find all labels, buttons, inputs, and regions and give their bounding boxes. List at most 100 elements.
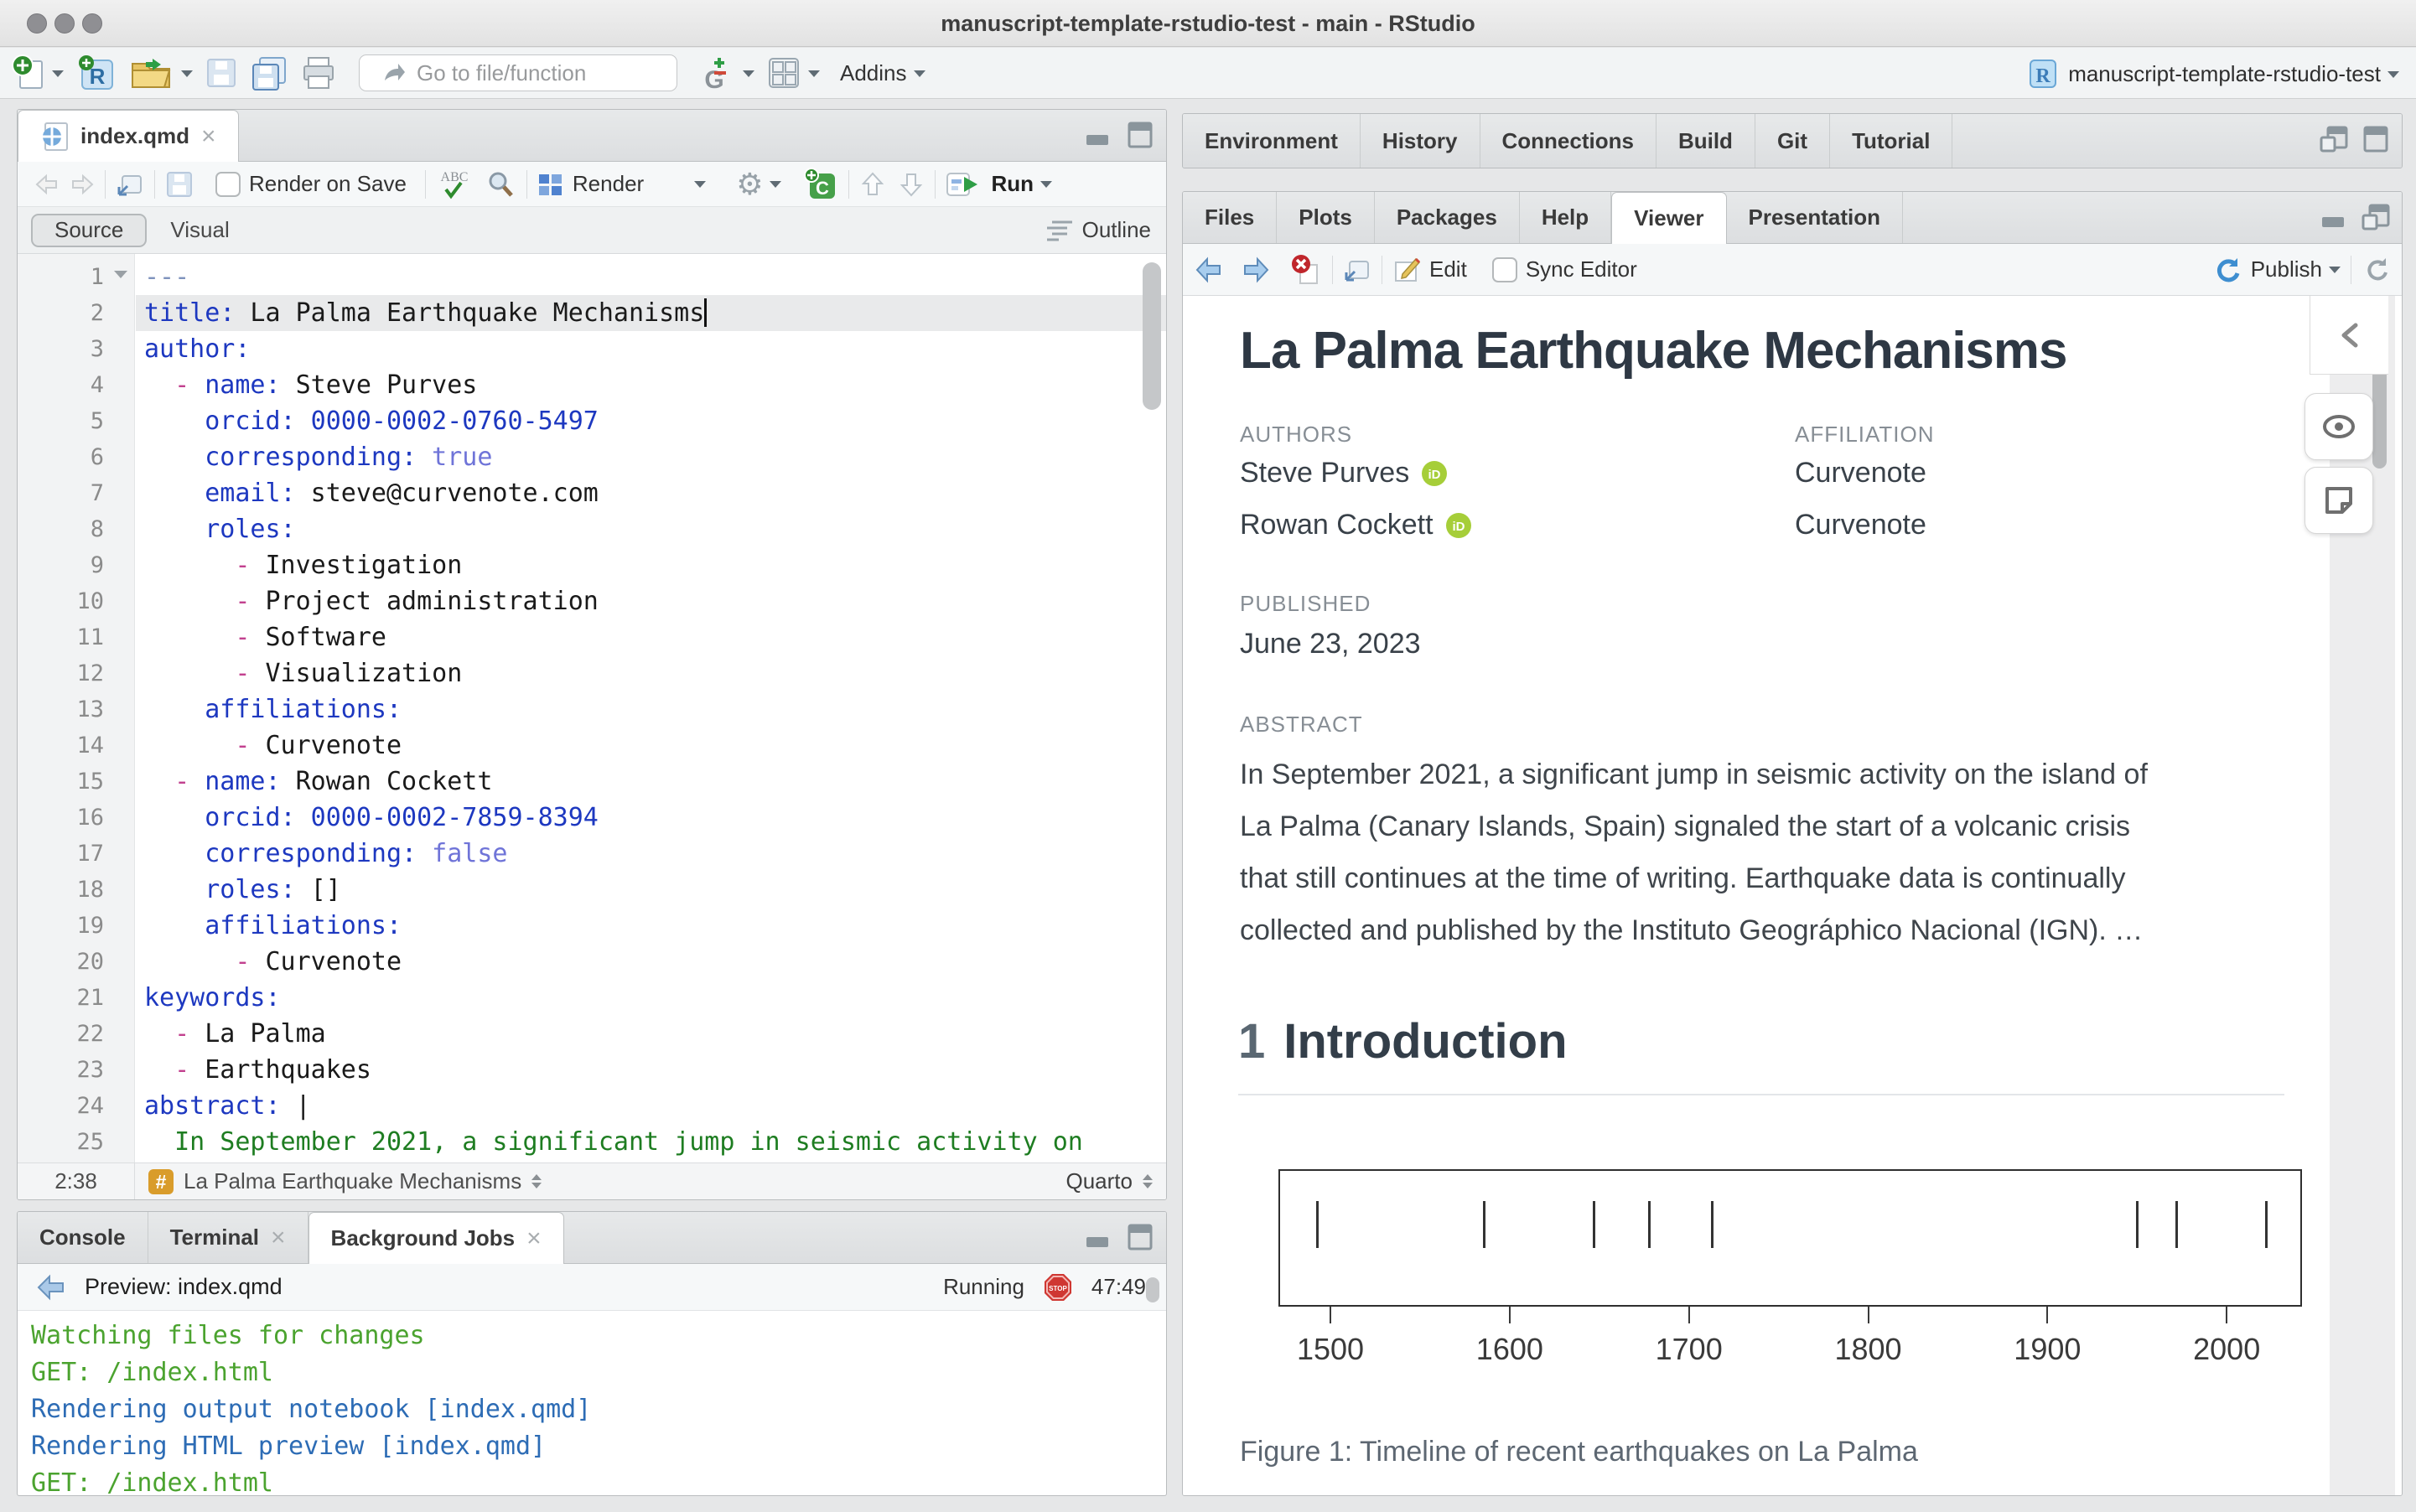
pane-layout-button[interactable] [766,55,820,91]
code-line-19[interactable]: affiliations: [136,908,1166,944]
close-tab-icon[interactable]: × [526,1225,542,1253]
goto-file-function-input[interactable]: Go to file/function [359,54,677,91]
tab-help[interactable]: Help [1520,192,1611,243]
outline-button[interactable]: Outline [1045,217,1151,243]
publish-caret[interactable] [2329,267,2341,279]
maximize-pane-icon[interactable] [2362,126,2390,153]
tab-history[interactable]: History [1361,114,1480,168]
minimize-pane-icon[interactable] [2320,204,2348,230]
code-line-18[interactable]: roles: [] [136,872,1166,908]
console-scrollbar[interactable] [1146,1277,1159,1302]
source-mode-button[interactable]: Source [31,214,147,247]
tab-viewer[interactable]: Viewer [1611,192,1726,244]
code-line-16[interactable]: orcid: 0000-0002-7859-8394 [136,800,1166,836]
render-button[interactable]: Render [573,171,644,197]
stop-job-icon[interactable]: STOP [1043,1272,1073,1302]
code-line-2[interactable]: title: La Palma Earthquake Mechanisms [136,295,1166,331]
tab-connections[interactable]: Connections [1480,114,1656,168]
minimize-pane-icon[interactable] [1084,1224,1112,1251]
clear-viewer-icon[interactable] [1288,253,1322,287]
gear-icon[interactable]: ⚙ [736,167,763,202]
tab-tutorial[interactable]: Tutorial [1830,114,1952,168]
insert-chunk-icon[interactable]: C [803,167,838,202]
code-line-13[interactable]: affiliations: [136,691,1166,728]
new-project-button[interactable]: R [75,54,117,92]
save-doc-icon[interactable] [165,170,194,199]
addins-button[interactable]: Addins [832,60,925,86]
tab-build[interactable]: Build [1656,114,1755,168]
statusbar-section[interactable]: La Palma Earthquake Mechanisms [184,1168,521,1194]
code-line-10[interactable]: - Project administration [136,583,1166,619]
code-line-15[interactable]: - name: Rowan Cockett [136,764,1166,800]
back-icon[interactable] [34,172,61,197]
maximize-pane-icon[interactable] [1126,1224,1154,1251]
code-line-8[interactable]: roles: [136,511,1166,547]
minimize-pane-icon[interactable] [1084,122,1112,148]
render-on-save-checkbox[interactable] [215,172,241,197]
fold-toggle-icon[interactable] [114,271,127,285]
code-line-24[interactable]: abstract: | [136,1088,1166,1124]
maximize-pane-icon[interactable] [1126,122,1154,148]
find-replace-icon[interactable] [485,168,516,200]
tab-git[interactable]: Git [1755,114,1830,168]
close-tab-icon[interactable]: × [271,1224,286,1252]
code-line-14[interactable]: - Curvenote [136,728,1166,764]
code-line-5[interactable]: orcid: 0000-0002-0760-5497 [136,403,1166,439]
viewer-back-icon[interactable] [1195,256,1225,284]
editor-language-mode[interactable]: Quarto [1066,1168,1154,1194]
code-line-21[interactable]: keywords: [136,980,1166,1016]
tab-terminal[interactable]: Terminal× [148,1212,308,1263]
code-line-9[interactable]: - Investigation [136,547,1166,583]
code-line-12[interactable]: - Visualization [136,655,1166,691]
refresh-icon[interactable] [2362,256,2390,284]
tab-files[interactable]: Files [1183,192,1277,243]
preview-eye-button[interactable] [2305,393,2373,460]
project-menu-button[interactable]: R manuscript-template-rstudio-test [2026,55,2399,92]
sync-editor-checkbox[interactable] [1492,257,1517,282]
code-line-6[interactable]: corresponding: true [136,439,1166,475]
code-line-20[interactable]: - Curvenote [136,944,1166,980]
code-line-25[interactable]: In September 2021, a significant jump in… [136,1124,1166,1160]
save-all-button[interactable] [250,54,288,91]
close-tab-icon[interactable]: × [201,122,216,151]
section-picker-icon[interactable] [531,1169,542,1194]
tab-environment[interactable]: Environment [1183,114,1361,168]
tab-plots[interactable]: Plots [1277,192,1375,243]
tab-index-qmd[interactable]: index.qmd × [18,110,239,162]
new-file-button[interactable] [12,54,64,91]
spellcheck-icon[interactable]: ABC [436,168,473,201]
restore-pane-icon[interactable] [2320,126,2348,153]
collapse-sidebar-button[interactable] [2310,296,2388,375]
viewer-popout-icon[interactable] [1343,256,1371,283]
publish-button[interactable]: Publish [2251,256,2322,282]
run-button[interactable]: Run [991,171,1034,197]
go-prev-section-icon[interactable] [859,170,886,199]
edit-button[interactable]: Edit [1429,256,1467,282]
code-line-23[interactable]: - Earthquakes [136,1052,1166,1088]
job-back-icon[interactable] [36,1273,68,1302]
code-line-22[interactable]: - La Palma [136,1016,1166,1052]
comment-note-button[interactable] [2305,467,2373,534]
tab-console[interactable]: Console [18,1212,148,1263]
code-line-4[interactable]: - name: Steve Purves [136,367,1166,403]
run-caret[interactable] [1040,181,1052,194]
go-next-section-icon[interactable] [898,170,925,199]
tab-packages[interactable]: Packages [1375,192,1520,243]
code-line-17[interactable]: corresponding: false [136,836,1166,872]
orcid-icon[interactable]: iD [1421,460,1448,487]
code-line-3[interactable]: author: [136,331,1166,367]
viewer-forward-icon[interactable] [1240,256,1270,284]
print-button[interactable] [300,54,337,91]
orcid-icon[interactable]: iD [1445,512,1472,539]
gear-caret[interactable] [770,181,781,194]
editor-scrollbar[interactable] [1143,262,1161,410]
open-file-button[interactable] [129,54,193,92]
version-control-button[interactable]: G [703,53,754,93]
tab-presentation[interactable]: Presentation [1727,192,1904,243]
restore-pane-icon[interactable] [2362,204,2390,230]
tab-background-jobs[interactable]: Background Jobs× [308,1212,564,1264]
save-button[interactable] [205,56,238,90]
render-caret[interactable] [694,181,706,194]
code-line-11[interactable]: - Software [136,619,1166,655]
viewer-document[interactable]: La Palma Earthquake Mechanisms AUTHORS A… [1183,296,2402,1496]
